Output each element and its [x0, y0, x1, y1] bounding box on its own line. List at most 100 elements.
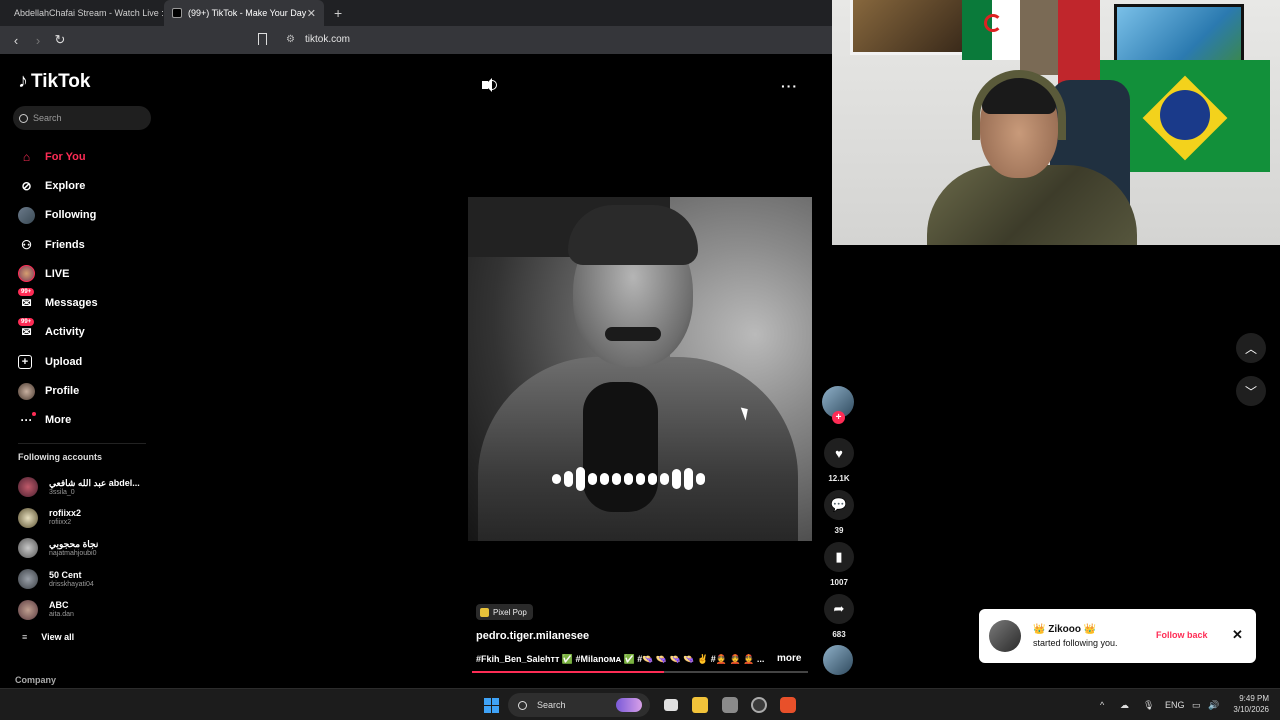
creator-avatar[interactable]: + [822, 386, 854, 424]
pixel-pop-tag[interactable]: Pixel Pop [476, 604, 533, 620]
sound-disc-avatar[interactable] [823, 645, 853, 675]
steam-icon[interactable] [751, 697, 767, 713]
chevron-up-icon[interactable]: ^ [1100, 700, 1104, 710]
taskbar-search[interactable]: Search [508, 693, 650, 717]
like-count: 12.1K [828, 474, 850, 483]
following-account[interactable]: 50 Cent drisskhayati04 [18, 564, 140, 595]
sidebar-item-label: LIVE [45, 267, 70, 280]
bookmark-icon[interactable] [258, 33, 267, 45]
account-handle: rofiixx2 [49, 519, 72, 527]
next-video-button[interactable]: ﹀ [1236, 376, 1266, 406]
morocco-flag [1058, 0, 1100, 90]
file-explorer-icon[interactable] [692, 697, 708, 713]
company-link[interactable]: Company [15, 675, 56, 685]
new-tab-icon[interactable]: + [334, 5, 342, 21]
comment-count: 39 [834, 526, 844, 535]
sidebar-item-label: Activity [45, 326, 85, 339]
camera-icon[interactable] [722, 697, 738, 713]
search-input[interactable]: Search [13, 106, 151, 130]
sidebar-item-for-you[interactable]: ⌂ For You [18, 142, 98, 171]
sidebar-item-friends[interactable]: ⚇ Friends [18, 230, 98, 259]
sidebar-item-following[interactable]: Following [18, 201, 98, 230]
heart-icon: ♥ [824, 438, 854, 468]
video-microphone [583, 382, 658, 512]
clock-time: 9:49 PM [1239, 694, 1269, 703]
language-indicator[interactable]: ENG [1165, 700, 1185, 710]
share-icon: ➦ [824, 594, 854, 624]
follow-plus-icon[interactable]: + [832, 411, 845, 424]
cloud-icon[interactable]: ☁ [1120, 700, 1129, 711]
microphone-icon[interactable]: 🎙 [1143, 700, 1154, 711]
avatar [18, 569, 38, 590]
sidebar-item-activity[interactable]: ✉ 99+ Activity [18, 317, 98, 347]
follow-back-button[interactable]: Follow back [1156, 630, 1208, 640]
sidebar-item-live[interactable]: LIVE [18, 259, 98, 288]
video-progress-bar[interactable] [472, 671, 808, 673]
clock-date: 3/10/2026 [1233, 705, 1269, 714]
sidebar-item-explore[interactable]: ⊘ Explore [18, 171, 98, 200]
account-name: ABC [49, 600, 69, 611]
video-person-hair [568, 205, 698, 265]
like-button[interactable]: ♥ 12.1K [822, 438, 856, 483]
following-account[interactable]: ABC aita.dan [18, 594, 140, 625]
more-notification-dot [32, 411, 36, 416]
tab-tiktok[interactable]: (99+) TikTok - Make Your Day ✕ [164, 0, 324, 26]
volume-icon[interactable]: 🔊 [1208, 700, 1219, 711]
account-handle: 3ssila_0 [49, 488, 75, 496]
video-author[interactable]: pedro.tiger.milanesee [476, 630, 589, 642]
volume-icon[interactable] [482, 78, 498, 92]
video-person-mustache [605, 327, 661, 341]
sidebar-divider [18, 443, 146, 444]
video-progress-fill [472, 671, 664, 673]
close-icon[interactable]: ✕ [1232, 627, 1243, 643]
reload-icon[interactable]: ↻ [54, 32, 66, 48]
view-all-button[interactable]: ≡ View all [22, 632, 74, 642]
site-info-icon[interactable]: ⚙ [286, 34, 295, 45]
streamer-torso [927, 165, 1137, 245]
more-description-button[interactable]: more [777, 653, 801, 664]
avatar [18, 538, 38, 559]
chevron-down-icon: ﹀ [1244, 384, 1257, 399]
following-account[interactable]: rofiixx2 rofiixx2 [18, 503, 140, 534]
close-tab-icon[interactable]: ✕ [307, 7, 316, 20]
back-icon[interactable]: ‹ [10, 33, 22, 48]
comment-button[interactable]: 💬 39 [822, 490, 856, 535]
following-account[interactable]: عبد الله شافعي abdel... 3ssila_0 [18, 472, 140, 503]
following-account[interactable]: نجاة محجوبي najatmahjoubi0 [18, 533, 140, 564]
sidebar-item-profile[interactable]: Profile [18, 376, 98, 405]
sidebar-item-upload[interactable]: + Upload [18, 347, 98, 376]
previous-video-button[interactable]: ︿ [1236, 333, 1266, 363]
avatar [18, 477, 38, 498]
home-icon: ⌂ [22, 149, 31, 164]
avatar[interactable] [989, 620, 1021, 652]
live-avatar-icon [18, 265, 35, 283]
task-view-icon[interactable] [664, 699, 678, 711]
forward-icon[interactable]: › [32, 33, 44, 48]
tab-title: (99+) TikTok - Make Your Day [188, 8, 307, 18]
brave-browser-icon[interactable] [780, 697, 796, 713]
url-field[interactable]: tiktok.com [305, 34, 350, 45]
save-button[interactable]: ▮ 1007 [822, 542, 856, 587]
following-accounts-title: Following accounts [18, 452, 103, 462]
messages-icon: ✉ [21, 296, 32, 311]
more-options-icon[interactable]: ··· [781, 78, 798, 94]
notification-user: 👑 Zikooo 👑 [1033, 624, 1097, 635]
tiktok-note-icon: ♪ [18, 70, 28, 92]
share-button[interactable]: ➦ 683 [822, 594, 856, 639]
sidebar-item-label: More [45, 414, 72, 427]
lion-painting [850, 0, 965, 55]
logo-text: TikTok [31, 70, 91, 92]
search-placeholder: Search [33, 113, 62, 123]
tiktok-logo[interactable]: ♪ TikTok [18, 70, 90, 93]
sidebar-item-messages[interactable]: ✉ 99+ Messages [18, 288, 98, 317]
action-column: + [822, 386, 856, 424]
follow-notification: 👑 Zikooo 👑 started following you. Follow… [979, 609, 1256, 663]
list-icon: ≡ [22, 632, 28, 642]
tab-stream[interactable]: AbdellahChafai Stream - Watch Live : [0, 0, 164, 26]
share-count: 683 [832, 630, 846, 639]
windows-start-icon[interactable] [484, 698, 499, 713]
sidebar-item-more[interactable]: ··· More [18, 406, 98, 435]
activity-icon: ✉ [21, 325, 32, 340]
network-icon[interactable]: ▭ [1192, 700, 1201, 711]
clock[interactable]: 9:49 PM 3/10/2026 [1229, 693, 1269, 715]
